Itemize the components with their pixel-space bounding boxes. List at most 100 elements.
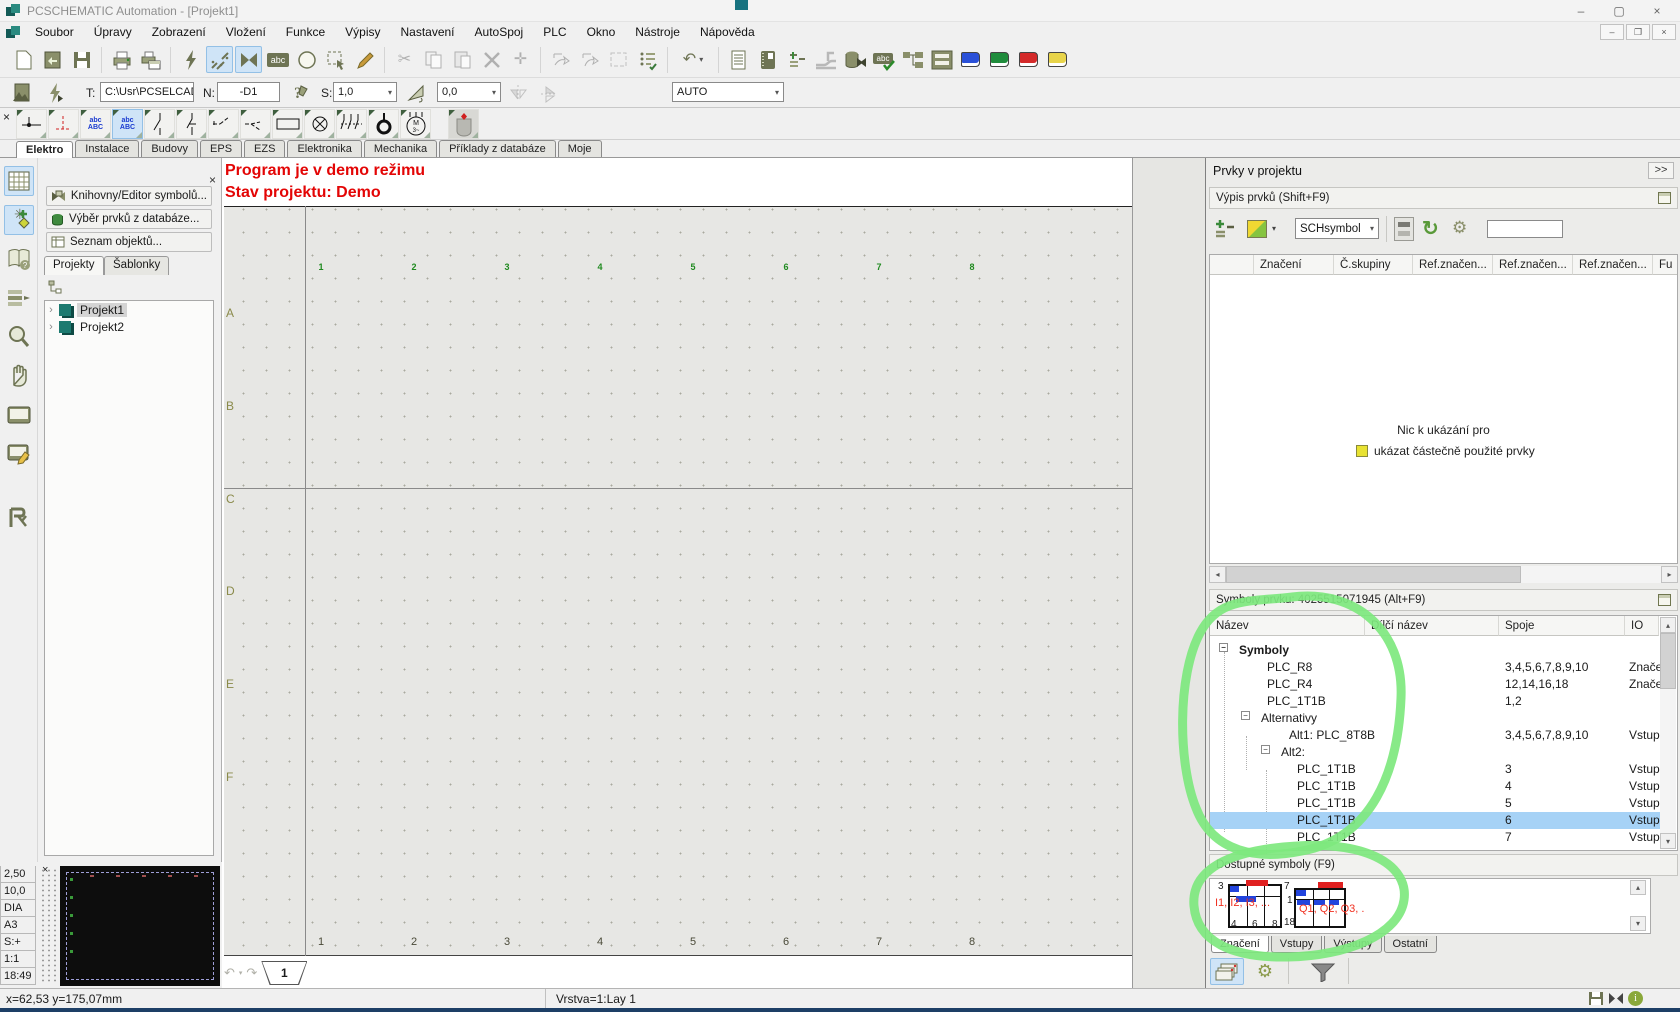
window-layout-icon[interactable] <box>1658 594 1671 606</box>
report-list-icon[interactable] <box>725 46 752 73</box>
close-icon[interactable]: × <box>1638 0 1676 22</box>
new-document-icon[interactable] <box>10 46 37 73</box>
tab-elektronika[interactable]: Elektronika <box>287 140 361 157</box>
menu-napoveda[interactable]: Nápověda <box>690 23 765 41</box>
tree-row[interactable]: PLC_1T1B 7 Vstup <box>1210 829 1661 846</box>
tab-ostatni[interactable]: Ostatní <box>1384 936 1437 953</box>
drawing-page[interactable] <box>224 206 1132 956</box>
tree-row-alt2[interactable]: − Alt2: <box>1210 744 1661 761</box>
filter-button[interactable] <box>1302 958 1344 985</box>
minimize-icon[interactable]: – <box>1562 0 1600 22</box>
circle-mode-icon[interactable] <box>293 46 320 73</box>
h-scrollbar-thumb[interactable] <box>1226 566 1521 583</box>
area-select-icon[interactable] <box>322 46 349 73</box>
pen-icon[interactable] <box>351 46 378 73</box>
net-navigator-icon[interactable] <box>899 46 926 73</box>
tree-row[interactable]: PLC_R8 3,4,5,6,7,8,9,10 Znače <box>1210 659 1661 676</box>
scroll-right-icon[interactable]: ▸ <box>1661 566 1678 583</box>
tab-eps[interactable]: EPS <box>200 140 242 157</box>
settings-button[interactable]: ⚙ <box>1250 958 1280 985</box>
tab-ezs[interactable]: EZS <box>244 140 285 157</box>
tab-znaceni[interactable]: Značení <box>1211 936 1269 953</box>
scroll-down-icon[interactable]: ▾ <box>1660 833 1676 849</box>
partial-used-label[interactable]: ukázat částečně použité prvky <box>1374 444 1535 458</box>
list-header-bar[interactable]: Výpis prvků (Shift+F9) <box>1209 187 1678 209</box>
menu-vlozeni[interactable]: Vložení <box>216 23 276 41</box>
text-mode-icon[interactable]: abc <box>264 46 291 73</box>
pick-wire-symbol[interactable] <box>16 109 47 139</box>
tab-budovy[interactable]: Budovy <box>141 140 198 157</box>
menu-nastroje[interactable]: Nástroje <box>625 23 690 41</box>
prev-page-icon[interactable]: ↶ <box>224 965 235 981</box>
pick-switch-symbol[interactable] <box>144 109 175 139</box>
tab-sablonky[interactable]: Šablonky <box>104 256 169 275</box>
col-io[interactable]: IO <box>1625 616 1659 636</box>
refresh-icon[interactable]: ↻ <box>1422 216 1439 241</box>
pick-coil-symbol[interactable] <box>272 109 303 139</box>
database-symbol-icon[interactable] <box>841 46 868 73</box>
project-item[interactable]: › Projekt1 <box>45 301 213 318</box>
menu-autospoj[interactable]: AutoSpoj <box>465 23 534 41</box>
type-filter-combo[interactable]: SCHsymbol▾ <box>1295 218 1379 239</box>
flash-update-icon[interactable] <box>177 46 204 73</box>
col-c-skupiny[interactable]: Č.skupiny <box>1334 255 1413 275</box>
tree-row[interactable]: PLC_R4 12,14,16,18 Znače <box>1210 676 1661 693</box>
symbols-header-bar[interactable]: Symboly prvku: 4025515071945 (Alt+F9) <box>1209 589 1678 611</box>
add-remove-list-icon[interactable] <box>1213 218 1237 245</box>
tree-row-symboly[interactable]: − Symboly <box>1210 642 1661 659</box>
symbols-mode-icon[interactable] <box>235 46 262 73</box>
list-select-icon[interactable] <box>4 283 34 313</box>
chevron-down-icon[interactable]: ▾ <box>384 88 392 97</box>
print-copies-icon[interactable] <box>137 46 164 73</box>
maximize-icon[interactable]: ▢ <box>1600 0 1638 22</box>
book-green-icon[interactable] <box>986 46 1013 73</box>
panel-expand-button[interactable]: >> <box>1648 162 1674 179</box>
object-list-button[interactable]: Seznam objektů... <box>46 232 212 252</box>
page-view-icon[interactable] <box>4 400 34 430</box>
pick-earth-symbol[interactable] <box>368 109 399 139</box>
chevron-right-icon[interactable]: › <box>45 321 57 333</box>
menu-vypisy[interactable]: Výpisy <box>335 23 390 41</box>
pick-motor-symbol[interactable]: M3~ <box>400 109 431 139</box>
undo-button[interactable]: ↶▾ <box>674 46 712 73</box>
pan-hand-icon[interactable] <box>4 361 34 391</box>
tab-instalace[interactable]: Instalace <box>75 140 139 157</box>
tree-row[interactable]: PLC_1T1B 5 Vstup <box>1210 795 1661 812</box>
chevron-down-icon[interactable]: ▾ <box>488 88 496 97</box>
pickmenu-close-icon[interactable]: × <box>3 110 10 124</box>
tab-vystupy[interactable]: Výstupy <box>1324 936 1381 953</box>
gear-icon[interactable]: ⚙ <box>1452 218 1467 238</box>
save-icon[interactable] <box>68 46 95 73</box>
mdi-minimize-icon[interactable]: – <box>1600 24 1624 40</box>
pick-dashed-line-symbol[interactable] <box>48 109 79 139</box>
card-reader-icon[interactable] <box>1394 217 1414 241</box>
type-field[interactable]: C:\Usr\PCSELCAD\...\PLC_1T1B <box>100 82 194 102</box>
tree-row[interactable]: PLC_1T1B 3 Vstup <box>1210 761 1661 778</box>
redraw-icon[interactable] <box>4 503 34 533</box>
scroll-left-icon[interactable]: ◂ <box>1209 566 1226 583</box>
col-funkce[interactable]: Fu <box>1653 255 1677 275</box>
tree-row-alternativy[interactable]: − Alternativy <box>1210 710 1661 727</box>
object-list-icon[interactable] <box>634 46 661 73</box>
col-ref-znaceni-1[interactable]: Ref.značen... <box>1413 255 1493 275</box>
menu-okno[interactable]: Okno <box>577 23 626 41</box>
spellcheck-icon[interactable]: abc <box>870 46 897 73</box>
tab-moje[interactable]: Moje <box>558 140 602 157</box>
help-book-icon[interactable]: ? <box>4 244 34 274</box>
add-remove-icon[interactable] <box>783 46 810 73</box>
print-icon[interactable] <box>108 46 135 73</box>
book-yellow-icon[interactable] <box>1044 46 1071 73</box>
col-spoje[interactable]: Spoje <box>1499 616 1625 636</box>
page-tab-1[interactable]: 1 <box>261 961 307 985</box>
available-symbols-bar[interactable]: Dostupné symboly (F9) <box>1209 854 1678 876</box>
pick-three-phase-symbol[interactable] <box>336 109 367 139</box>
chevron-right-icon[interactable]: › <box>45 304 57 316</box>
tab-mechanika[interactable]: Mechanika <box>364 140 437 157</box>
pick-text-symbol[interactable]: abcABC <box>80 109 111 139</box>
drawing-canvas[interactable]: Program je v demo režimu Stav projektu: … <box>222 158 1132 988</box>
symbol-import-icon[interactable] <box>10 81 34 108</box>
draw-lines-mode-icon[interactable] <box>206 46 233 73</box>
new-symbol-icon[interactable]: ✳ <box>4 205 34 235</box>
show-all-symbols-button[interactable] <box>1210 958 1244 985</box>
layers-list-icon[interactable] <box>928 46 955 73</box>
